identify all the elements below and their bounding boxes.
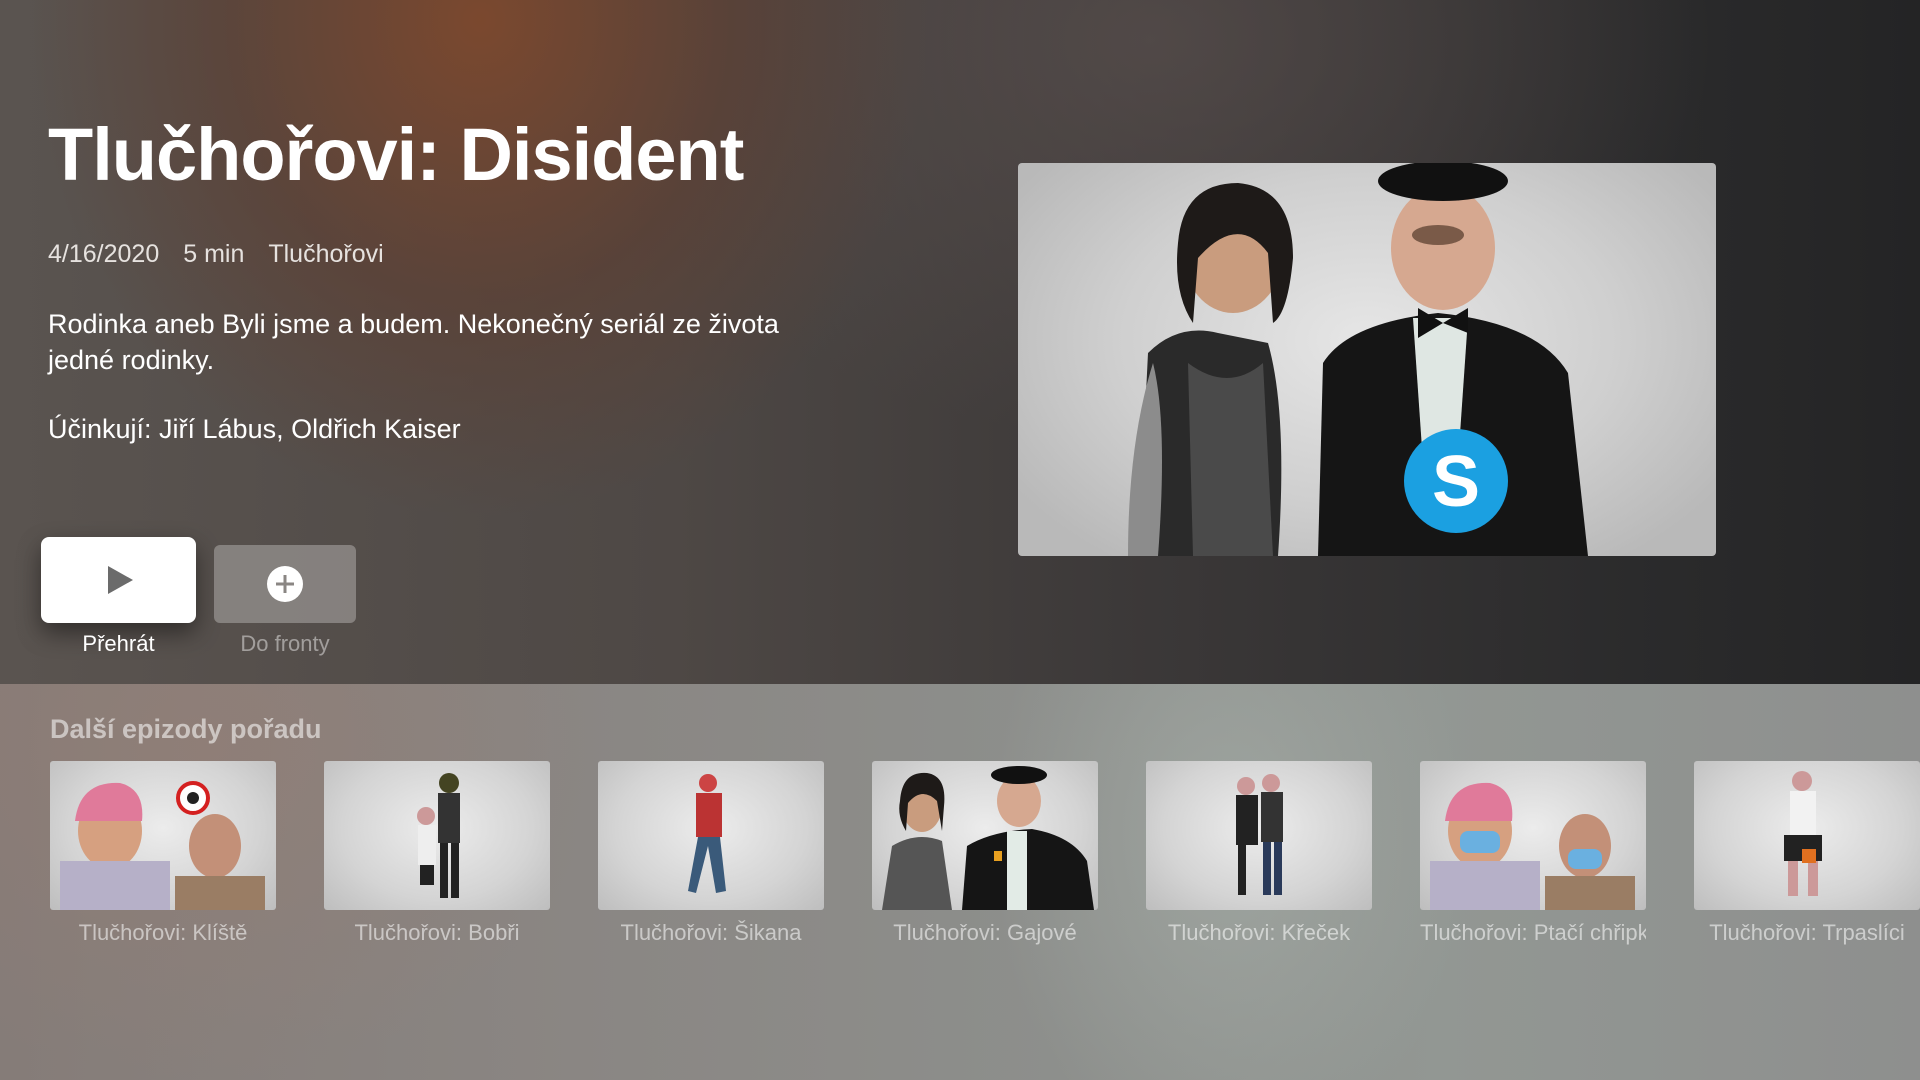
queue-label: Do fronty — [240, 631, 330, 656]
episode-title: Tlučhořovi: Šikana — [620, 920, 802, 945]
episode-thumbnail — [1146, 761, 1372, 910]
episode-card[interactable]: Tlučhořovi: Gajové — [872, 761, 1098, 946]
svg-text:S: S — [1432, 442, 1480, 522]
episode-title: Tlučhořovi: Trpaslíci — [1709, 920, 1905, 945]
episode-thumbnail — [324, 761, 550, 910]
duration: 5 min — [183, 240, 245, 268]
episode-title: Tlučhořovi: Klíště — [78, 920, 248, 945]
hero-image: S — [1018, 163, 1716, 556]
episode-card[interactable]: Tlučhořovi: Klíště — [50, 761, 276, 946]
play-action[interactable]: Přehrát — [41, 537, 196, 657]
episode-card[interactable]: Tlučhořovi: Šikana — [598, 761, 824, 946]
add-to-queue-button[interactable] — [214, 545, 356, 623]
page-title: Tlučhořovi: Disident — [48, 113, 744, 196]
series-name: Tlučhořovi — [268, 240, 384, 268]
cast-photo: S — [1128, 163, 1588, 556]
episode-thumbnail — [1694, 761, 1920, 910]
episodes-row: Tlučhořovi: Klíště Tlučhořovi: Bobři Tlu — [50, 761, 1920, 961]
play-button[interactable] — [41, 537, 196, 623]
description: Rodinka aneb Byli jsme a budem. Nekonečn… — [48, 309, 779, 375]
play-label: Přehrát — [82, 631, 155, 656]
queue-action[interactable]: Do fronty — [214, 545, 356, 657]
episode-thumbnail — [598, 761, 824, 910]
episode-card[interactable]: Tlučhořovi: Křeček — [1146, 761, 1372, 946]
episode-thumbnail — [872, 761, 1098, 910]
episode-card[interactable]: Tlučhořovi: Ptačí chřipka — [1420, 761, 1646, 946]
release-date: 4/16/2020 — [48, 240, 160, 268]
episode-title: Tlučhořovi: Ptačí chřipka — [1420, 920, 1646, 945]
section-title: Další epizody pořadu — [50, 714, 322, 744]
plus-circle-icon — [267, 566, 303, 602]
metadata-row: 4/16/2020 5 min Tlučhořovi — [48, 240, 384, 269]
episode-card[interactable]: Tlučhořovi: Bobři — [324, 761, 550, 946]
episode-card[interactable]: Tlučhořovi: Trpaslíci — [1694, 761, 1920, 946]
cast: Účinkují: Jiří Lábus, Oldřich Kaiser — [48, 414, 461, 444]
episode-thumbnail — [50, 761, 276, 910]
episode-title: Tlučhořovi: Křeček — [1167, 920, 1351, 945]
episode-title: Tlučhořovi: Gajové — [893, 920, 1077, 945]
episode-thumbnail — [1420, 761, 1646, 910]
episode-title: Tlučhořovi: Bobři — [354, 920, 520, 945]
play-icon — [107, 566, 133, 594]
